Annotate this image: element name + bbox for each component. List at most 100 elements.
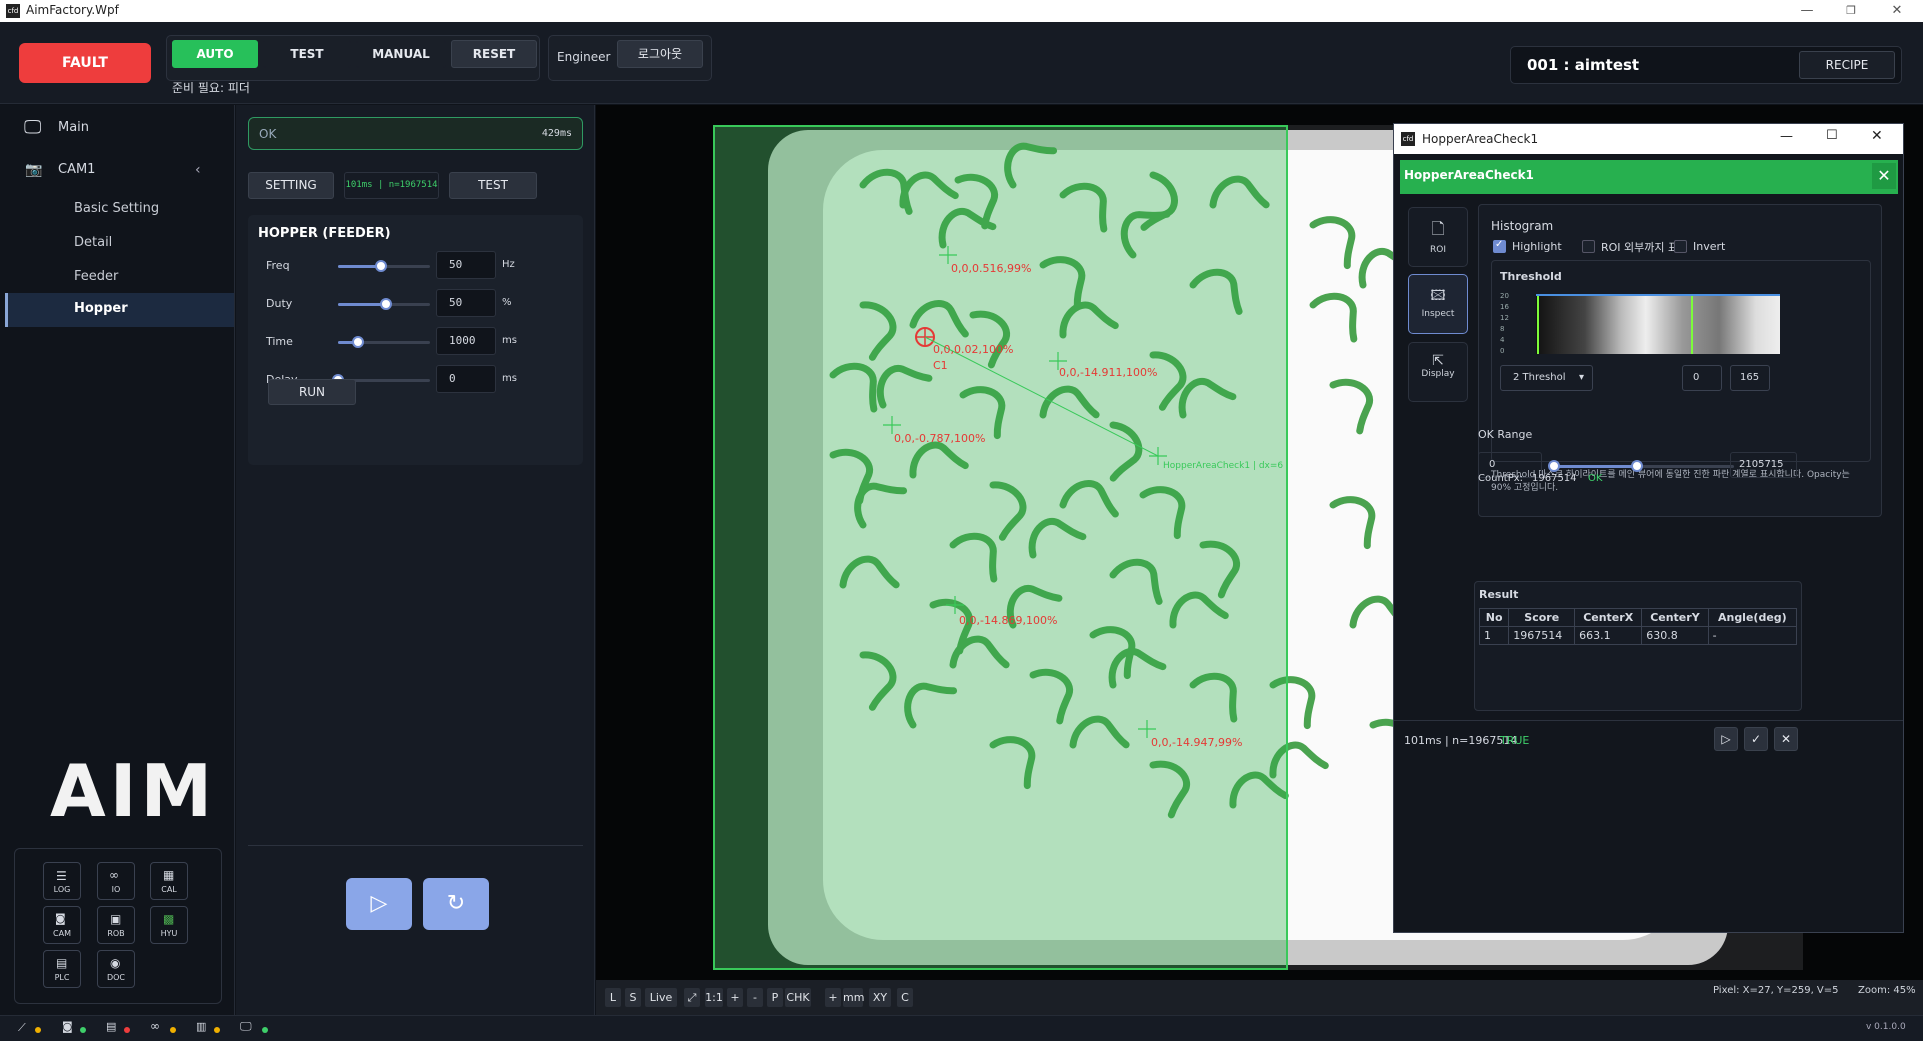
ok-text: OK <box>259 127 277 141</box>
rob-button[interactable]: ▣ ROB <box>97 906 135 944</box>
histogram-title: Histogram <box>1491 219 1554 233</box>
toolbar-button-1[interactable]: S <box>625 988 641 1007</box>
test-mode-button[interactable]: TEST <box>263 40 351 68</box>
cam-button[interactable]: ◙ CAM <box>43 906 81 944</box>
ok-range-max-input[interactable]: 2105715 <box>1730 452 1797 478</box>
slider-knob[interactable] <box>352 336 365 348</box>
run-button[interactable]: RUN <box>268 379 356 405</box>
threshold-high-marker[interactable] <box>1691 296 1693 354</box>
histogram-ytick: 20 <box>1500 292 1509 300</box>
toolbar-button-4[interactable]: 1:1 <box>705 988 723 1007</box>
result-header: Score <box>1508 608 1576 627</box>
roi-outside-checkbox[interactable] <box>1582 240 1595 253</box>
toolbar-button-10[interactable]: mm <box>843 988 864 1007</box>
sidebar-item-hopper[interactable]: Hopper <box>5 293 234 327</box>
slider-knob[interactable] <box>379 298 392 310</box>
dialog-apply-button[interactable]: ✓ <box>1744 727 1768 751</box>
refresh-button[interactable]: ↻ <box>423 878 489 930</box>
setting-button[interactable]: SETTING <box>248 172 334 199</box>
result-table: No Score CenterX CenterY Angle(deg) 1 1967514… <box>1478 608 1798 645</box>
histogram-plot[interactable] <box>1536 294 1780 354</box>
io-button[interactable]: ∞ IO <box>97 862 135 900</box>
result-header: No <box>1478 608 1510 627</box>
sidebar-item-detail[interactable]: Detail <box>74 235 112 250</box>
slider-knob[interactable] <box>375 260 388 272</box>
count-status: OK <box>1588 473 1603 484</box>
toolbar-button-0[interactable]: L <box>605 988 621 1007</box>
reset-button[interactable]: RESET <box>451 40 537 68</box>
dialog-maximize-icon[interactable]: ☐ <box>1826 128 1838 143</box>
result-title: Result <box>1479 588 1519 601</box>
camera-icon: ◙ <box>62 1020 73 1033</box>
ok-range-slider[interactable] <box>1548 460 1734 472</box>
result-cell: 1 <box>1478 626 1510 645</box>
manual-button[interactable]: MANUAL <box>356 40 446 68</box>
toolbar-button-6[interactable]: - <box>747 988 763 1007</box>
param-value-input[interactable]: 1000 <box>436 327 496 355</box>
sidebar-item-basic-setting[interactable]: Basic Setting <box>74 201 159 216</box>
dialog-close-icon[interactable]: ✕ <box>1871 128 1883 144</box>
ok-range-min-knob[interactable] <box>1548 460 1560 472</box>
fault-button[interactable]: FAULT <box>19 43 151 83</box>
window-title: AimFactory.Wpf <box>26 3 119 17</box>
tab-roi[interactable]: 🗋 ROI <box>1408 207 1468 267</box>
toolbar-button-9[interactable]: + <box>825 988 841 1007</box>
dialog-run-button[interactable]: ▷ <box>1714 727 1738 751</box>
dialog-cancel-button[interactable]: ✕ <box>1774 727 1798 751</box>
tab-display[interactable]: ⇱ Display <box>1408 342 1468 402</box>
threshold-title: Threshold <box>1500 270 1562 283</box>
param-value-input[interactable]: 50 <box>436 251 496 279</box>
nav-cam1-label: CAM1 <box>58 162 96 177</box>
doc-button[interactable]: ◉ DOC <box>97 950 135 988</box>
zoom-readout: Zoom: 45% <box>1858 985 1916 996</box>
toolbar-button-11[interactable]: XY <box>869 988 891 1007</box>
minimize-icon[interactable]: — <box>1787 2 1827 20</box>
dialog-minimize-icon[interactable]: — <box>1780 129 1793 144</box>
panel-test-button[interactable]: TEST <box>449 172 537 199</box>
histogram-curve <box>1536 294 1780 296</box>
hyu-button[interactable]: ▩ HYU <box>150 906 188 944</box>
param-slider[interactable] <box>338 260 430 272</box>
overlay-label: 0,0,-14.947,99% <box>1151 736 1243 749</box>
aim-logo: AIM <box>50 749 217 833</box>
ok-range-max-knob[interactable] <box>1630 460 1643 472</box>
param-value-input[interactable]: 50 <box>436 289 496 317</box>
restore-icon[interactable]: ❐ <box>1831 2 1871 20</box>
toolbar-button-3[interactable]: ⤢ <box>684 988 700 1007</box>
threshold-mode-select[interactable]: 2 Threshol ▾ <box>1500 365 1593 391</box>
param-value-input[interactable]: 0 <box>436 365 496 393</box>
overlay-label: 0,0,0.02,100% <box>933 343 1014 356</box>
logout-button[interactable]: 로그아웃 <box>617 40 703 68</box>
toolbar-button-8[interactable]: CHK <box>785 988 811 1007</box>
recipe-button[interactable]: RECIPE <box>1799 51 1895 79</box>
close-icon[interactable]: ✕ <box>1877 2 1917 20</box>
link-icon: ∞ <box>150 1019 160 1033</box>
threshold-low-marker[interactable] <box>1537 296 1539 354</box>
param-slider[interactable] <box>338 336 430 348</box>
param-slider[interactable] <box>338 298 430 310</box>
threshold-low-input[interactable]: 0 <box>1682 365 1722 391</box>
chevron-left-icon[interactable]: ‹ <box>195 153 201 187</box>
sidebar-item-feeder[interactable]: Feeder <box>74 269 118 284</box>
toolbar-button-2[interactable]: Live <box>645 988 677 1007</box>
log-button[interactable]: ☰ LOG <box>43 862 81 900</box>
table-row[interactable]: 1 1967514 663.1 630.8- <box>1478 626 1798 645</box>
toolbar-button-5[interactable]: + <box>727 988 743 1007</box>
toolbar-button-12[interactable]: C <box>897 988 913 1007</box>
plc-button[interactable]: ▤ PLC <box>43 950 81 988</box>
tab-inspect[interactable]: 🖾 Inspect <box>1408 274 1468 334</box>
close-icon: ✕ <box>1877 166 1891 185</box>
header-close-button[interactable]: ✕ <box>1872 163 1896 189</box>
toolbar-button-7[interactable]: P <box>767 988 783 1007</box>
mode-group: AUTO TEST MANUAL RESET <box>166 35 540 81</box>
play-button[interactable]: ▷ <box>346 878 412 930</box>
auto-button[interactable]: AUTO <box>172 40 258 68</box>
invert-checkbox[interactable] <box>1674 240 1687 253</box>
highlight-checkbox[interactable]: ✓ <box>1493 239 1506 253</box>
threshold-high-input[interactable]: 165 <box>1730 365 1770 391</box>
param-unit: ms <box>502 335 517 346</box>
cal-button[interactable]: ▦ CAL <box>150 862 188 900</box>
dialog-titlebar: cfd HopperAreaCheck1 — ☐ ✕ <box>1394 124 1903 154</box>
nav-main[interactable]: 🖵 Main <box>0 111 235 145</box>
nav-cam1[interactable]: 📷 CAM1 ‹ <box>0 153 235 187</box>
